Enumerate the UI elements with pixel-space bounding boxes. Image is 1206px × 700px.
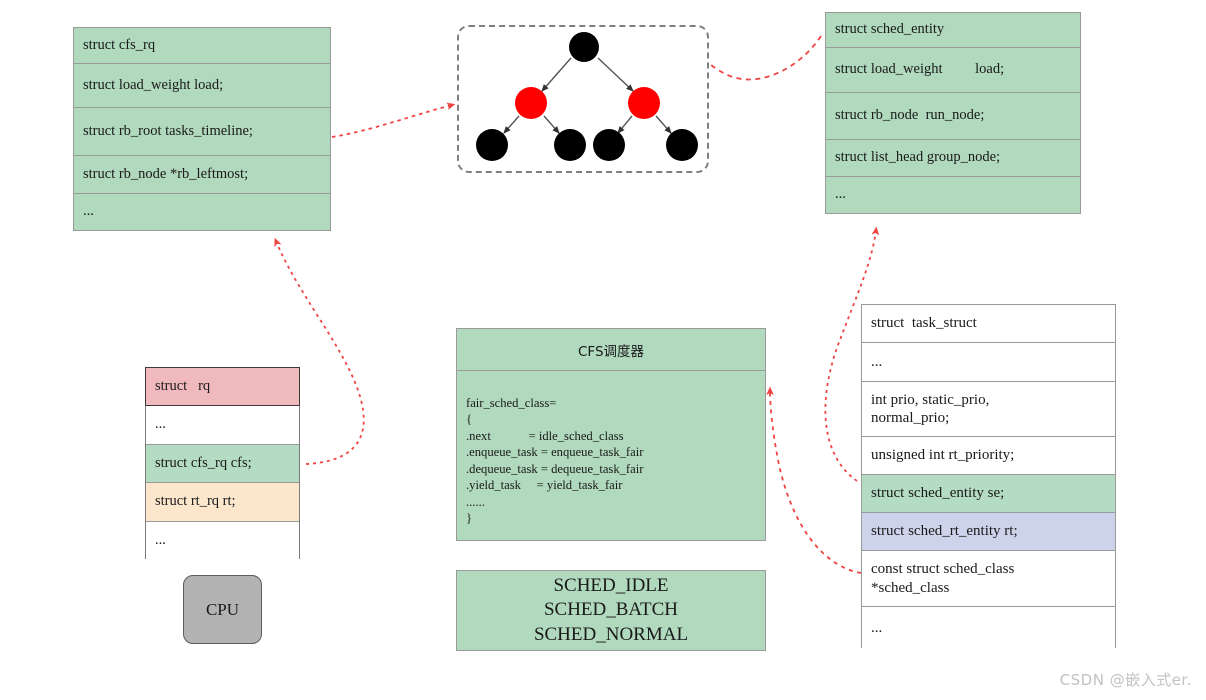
rbtree-node-root [569, 32, 599, 62]
rq-row-ellipsis-bottom: ... [146, 521, 299, 560]
watermark: CSDN @嵌入式er. [1059, 671, 1192, 689]
task-struct-row-sched-class: const struct sched_class *sched_class [862, 551, 1115, 607]
task-struct-row-prio: int prio, static_prio, normal_prio; [862, 382, 1115, 437]
cfs-rq-row-load: struct load_weight load; [74, 64, 330, 108]
rq-row-cfs: struct cfs_rq cfs; [146, 444, 299, 484]
rbtree-node-ll [476, 129, 508, 161]
rq-row-title: struct rq [145, 367, 300, 407]
cpu-box: CPU [183, 575, 262, 644]
rbtree-node-right-red [628, 87, 660, 119]
cfs-rq-row-rb-leftmost: struct rb_node *rb_leftmost; [74, 156, 330, 194]
rbtree-nodes [476, 32, 698, 161]
arrow-cfsrq-to-rbtree [331, 102, 456, 138]
task-struct-row-ellipsis-bottom: ... [862, 607, 1115, 649]
sched-entity-row-title: struct sched_entity [826, 13, 1080, 48]
struct-cfs-rq-box: struct cfs_rq struct load_weight load; s… [73, 27, 331, 231]
cfs-rq-row-tasks-timeline: struct rb_root tasks_timeline; [74, 108, 330, 156]
cfs-scheduler-title: CFS调度器 [457, 329, 765, 371]
task-struct-row-title: struct task_struct [862, 305, 1115, 343]
sched-policy-normal: SCHED_NORMAL [533, 623, 689, 645]
struct-sched-entity-box: struct sched_entity struct load_weight l… [825, 12, 1081, 214]
rbtree-node-rr [666, 129, 698, 161]
rq-row-ellipsis-top: ... [146, 406, 299, 445]
cfs-rq-row-ellipsis: ... [74, 194, 330, 230]
task-struct-row-ellipsis-top: ... [862, 343, 1115, 382]
diagram-canvas: struct cfs_rq struct load_weight load; s… [0, 0, 1206, 700]
sched-entity-row-ellipsis: ... [826, 177, 1080, 213]
sched-policy-batch: SCHED_BATCH [543, 599, 679, 621]
arrow-task-schedclass-to-cfs [766, 386, 862, 574]
cfs-rq-row-title: struct cfs_rq [74, 28, 330, 64]
task-struct-row-rt: struct sched_rt_entity rt; [862, 513, 1115, 551]
sched-policy-idle: SCHED_IDLE [553, 575, 669, 597]
sched-entity-row-run-node: struct rb_node run_node; [826, 93, 1080, 140]
sched-policy-box: SCHED_IDLE SCHED_BATCH SCHED_NORMAL [456, 570, 766, 651]
struct-task-struct-box: struct task_struct ... int prio, static_… [861, 304, 1116, 649]
cfs-scheduler-code: fair_sched_class= { .next = idle_sched_c… [466, 396, 644, 526]
rbtree-node-rl [593, 129, 625, 161]
cfs-scheduler-box: CFS调度器 fair_sched_class= { .next = idle_… [456, 328, 766, 541]
task-struct-row-se: struct sched_entity se; [862, 475, 1115, 513]
sched-entity-row-load: struct load_weight load; [826, 48, 1080, 93]
rq-row-rt: struct rt_rq rt; [146, 483, 299, 522]
rbtree-panel [457, 25, 709, 173]
struct-rq-box: struct rq ... struct cfs_rq cfs; struct … [145, 367, 300, 560]
sched-entity-row-group-node: struct list_head group_node; [826, 140, 1080, 177]
rbtree-node-left-red [515, 87, 547, 119]
task-struct-row-rt-priority: unsigned int rt_priority; [862, 437, 1115, 475]
rbtree-graph [476, 32, 698, 161]
rbtree-node-lr [554, 129, 586, 161]
